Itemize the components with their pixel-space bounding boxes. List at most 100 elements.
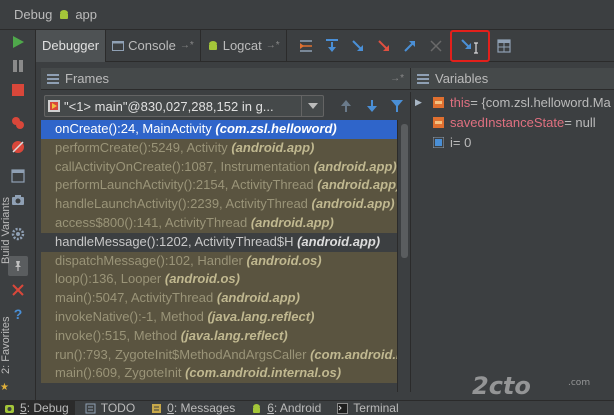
tab-logcat-label: Logcat [222,38,262,53]
favorites-tab[interactable]: 2: Favorites [0,302,12,374]
tool-tab-android[interactable]: 6: Android [247,401,327,415]
tool-tab-messages[interactable]: 0: Messages [147,401,241,415]
view-breakpoints-icon[interactable] [10,115,26,131]
tool-tab-label: TODO [100,401,136,415]
favorites-star-icon: ★ [0,382,9,393]
frame-package: (com.android.i [310,346,397,362]
frames-icon [47,73,59,84]
pause-icon[interactable] [10,58,26,74]
frame-row[interactable]: performCreate():5249, Activity (android.… [41,138,397,158]
frame-package: (android.os) [246,252,322,268]
frame-method: access$800():141, ActivityThread [55,214,248,230]
frame-row[interactable]: handleLaunchActivity():2239, ActivityThr… [41,195,397,214]
frame-row[interactable]: loop():136, Looper (android.os) [41,270,397,290]
tab-console[interactable]: Console →* [106,29,201,62]
show-execution-point-icon [299,39,312,52]
drop-frame-icon [430,39,442,52]
variable-value: = {com.zsl.helloword.Ma [470,94,611,110]
frame-row[interactable]: handleMessage():1202, ActivityThread$H (… [41,232,397,252]
tab-debugger[interactable]: Debugger [36,29,107,62]
android-icon [208,40,217,50]
variable-row[interactable]: savedInstanceState = null [411,112,614,132]
frame-row[interactable]: access$800():141, ActivityThread (androi… [41,213,397,233]
frame-row[interactable]: performLaunchActivity():2154, ActivityTh… [41,176,397,196]
next-frame-button[interactable] [360,94,384,118]
tool-tab-terminal[interactable]: Terminal [333,401,404,415]
tool-tab-label: : Android [273,401,322,415]
frame-row[interactable]: dispatchMessage():102, Handler (android.… [41,251,397,271]
frame-package: (android.app) [313,158,397,174]
close-icon[interactable] [10,282,26,298]
step-out-icon [403,40,415,52]
frame-row[interactable]: onCreate():24, MainActivity (com.zsl.hel… [41,120,397,139]
object-field-icon [433,96,444,108]
frame-package: (android.app) [231,139,315,155]
frame-method: loop():136, Looper [55,271,162,287]
frame-package: (com.zsl.helloword) [215,121,337,136]
frame-method: main():5047, ActivityThread [55,290,214,306]
evaluate-expression-button[interactable] [492,34,516,58]
scrollbar-thumb[interactable] [401,124,408,258]
frame-row[interactable]: callActivityOnCreate():1087, Instrumenta… [41,157,397,177]
tool-tab-number: 0 [167,401,174,415]
settings-icon[interactable] [10,226,26,242]
frames-scrollbar[interactable] [397,120,410,392]
show-execution-point-button[interactable] [294,34,318,58]
variable-value: = null [564,114,596,130]
tool-tab-debug[interactable]: 5: Debug [0,400,75,415]
restore-layout-icon[interactable] [10,168,26,184]
previous-frame-button[interactable] [334,94,358,118]
resume-icon[interactable] [10,34,26,50]
tool-tab-label: : Messages [173,401,236,415]
thread-combo[interactable]: "<1> main"@830,027,288,152 in g... [44,95,325,117]
camera-icon[interactable] [10,192,26,208]
frame-row[interactable]: main():609, ZygoteInit (com.android.inte… [41,364,397,384]
frame-method: dispatchMessage():102, Handler [55,252,243,268]
frame-row[interactable]: invokeNative():-1, Method (java.lang.ref… [41,307,397,327]
frame-method: invokeNative():-1, Method [55,308,204,324]
frame-row[interactable]: run():793, ZygoteInit$MethodAndArgsCalle… [41,345,397,365]
drop-frame-button[interactable] [424,34,448,58]
frame-method: handleLaunchActivity():2239, ActivityThr… [55,196,308,212]
expand-arrow-icon[interactable]: ▶ [415,97,425,108]
stop-icon[interactable] [10,82,26,98]
step-into-icon [351,39,363,51]
object-field-icon [433,116,444,128]
help-icon[interactable]: ? [10,306,26,322]
filter-frames-button[interactable] [385,94,409,118]
frame-row[interactable]: main():5047, ActivityThread (android.app… [41,289,397,308]
run-to-cursor-icon [460,38,478,54]
arrow-up-icon [340,100,351,112]
watermark: 2cto .com [472,372,614,402]
force-step-into-button[interactable] [372,34,396,58]
variables-list: ▶ this = {com.zsl.helloword.Ma savedInstan… [410,92,614,392]
variable-row[interactable]: i = 0 [411,132,614,152]
build-variants-tab[interactable]: Build Variants [0,190,12,264]
messages-icon [152,403,162,413]
frame-package: (android.app) [317,177,397,193]
tool-tab-todo[interactable]: TODO [81,401,141,415]
primitive-field-icon [433,136,444,148]
tool-window-bar: 5: Debug TODO 0: Messages 6: Android Termina… [0,400,614,415]
run-to-cursor-button[interactable] [449,29,490,62]
chevron-down-icon[interactable] [301,96,323,116]
variable-row[interactable]: ▶ this = {com.zsl.helloword.Ma [411,92,614,112]
step-into-button[interactable] [346,34,370,58]
tool-tab-number: 6 [267,401,274,415]
calculator-icon [497,38,511,53]
variables-title: Variables [435,71,489,86]
step-over-button[interactable] [320,34,344,58]
frame-row[interactable]: invoke():515, Method (java.lang.reflect) [41,326,397,346]
step-out-button[interactable] [398,34,422,58]
tab-logcat[interactable]: Logcat →* [201,29,287,62]
pin-arrow-icon[interactable]: →* [390,73,404,84]
todo-icon [85,403,96,413]
frame-package: (android.app) [216,290,300,306]
watermark-sub: .com [568,378,591,388]
mute-breakpoints-icon[interactable] [10,139,26,155]
frame-package: (android.app) [250,214,334,230]
frames-list: onCreate():24, MainActivity (com.zsl.hel… [41,120,397,392]
frame-package: (com.android.internal.os) [185,365,342,381]
debug-tab-bar: Debugger Console →* Logcat →* [36,29,614,62]
arrow-down-icon [366,100,377,112]
